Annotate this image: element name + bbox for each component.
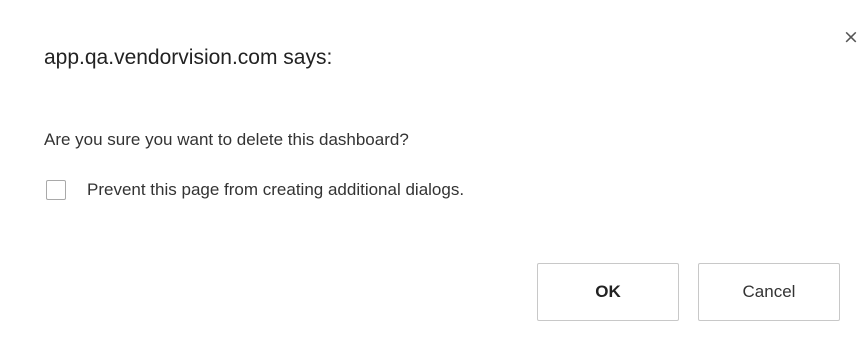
dialog-title: app.qa.vendorvision.com says: [44,46,333,69]
cancel-button[interactable]: Cancel [698,263,840,321]
dialog-message: Are you sure you want to delete this das… [44,130,409,149]
prevent-dialogs-checkbox[interactable] [46,180,66,200]
ok-button[interactable]: OK [537,263,679,321]
alert-dialog: × app.qa.vendorvision.com says: Are you … [0,0,862,349]
prevent-dialogs-row[interactable]: Prevent this page from creating addition… [46,180,464,200]
prevent-dialogs-label[interactable]: Prevent this page from creating addition… [87,180,464,200]
close-icon[interactable]: × [843,28,859,47]
